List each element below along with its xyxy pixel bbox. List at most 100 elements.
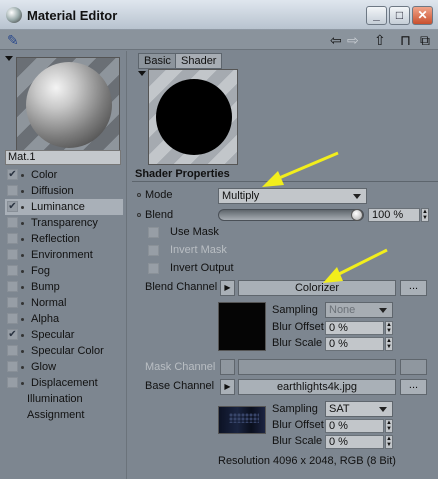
base-blur-offset-field[interactable]: 0 % [325, 419, 384, 433]
use-mask-checkbox[interactable] [148, 227, 159, 238]
material-name-field[interactable]: Mat.1 [5, 150, 121, 165]
chevron-down-icon [353, 194, 361, 199]
channel-item[interactable]: Environment [5, 247, 123, 263]
blend-slider[interactable] [218, 209, 364, 221]
mask-channel-more-button[interactable] [400, 359, 427, 375]
channel-checkbox[interactable]: ✔ [7, 329, 18, 340]
channel-checkbox[interactable] [7, 345, 18, 356]
channel-checkbox[interactable] [7, 281, 18, 292]
channel-checkbox[interactable] [7, 265, 18, 276]
channel-checkbox[interactable] [7, 361, 18, 372]
channel-checkbox[interactable] [7, 313, 18, 324]
new-window-icon[interactable]: ⧉ [420, 32, 430, 48]
base-channel-menu-button[interactable]: ▶ [220, 379, 235, 395]
base-blur-offset-stepper[interactable]: ▲ ▼ [385, 419, 393, 433]
blend-slider-handle[interactable] [351, 209, 363, 221]
channel-bullet-icon [21, 238, 24, 241]
up-arrow-icon[interactable]: ⇧ [374, 32, 386, 48]
base-sampling-dropdown[interactable]: SAT [325, 401, 393, 417]
base-blur-scale-field[interactable]: 0 % [325, 435, 384, 449]
channel-item[interactable]: Displacement [5, 375, 123, 391]
channel-label: Environment [31, 249, 93, 261]
channel-checkbox[interactable] [7, 297, 18, 308]
channel-checkbox[interactable] [7, 233, 18, 244]
base-blur-scale-stepper[interactable]: ▲ ▼ [385, 435, 393, 449]
blur-offset-stepper[interactable]: ▲ ▼ [385, 321, 393, 335]
channel-item[interactable]: Glow [5, 359, 123, 375]
tab-shader[interactable]: Shader [175, 53, 223, 69]
channel-item[interactable]: ✔ Luminance [5, 199, 123, 215]
mask-channel-shader-button[interactable] [238, 359, 396, 375]
back-arrow-icon[interactable]: ⇦ [330, 32, 342, 48]
channel-item[interactable]: Bump [5, 279, 123, 295]
channel-checkbox[interactable]: ✔ [7, 169, 18, 180]
channel-bullet-icon [21, 190, 24, 193]
channel-item[interactable]: Diffusion [5, 183, 123, 199]
blur-scale-label: Blur Scale [272, 337, 323, 349]
channel-bullet-icon [21, 174, 24, 177]
channel-checkbox[interactable] [7, 377, 18, 388]
channel-label: Illumination [27, 393, 83, 405]
close-button[interactable]: ✕ [412, 6, 433, 25]
channel-checkbox[interactable] [7, 185, 18, 196]
channel-bullet-icon [21, 350, 24, 353]
blend-label: Blend [145, 209, 174, 221]
lock-icon[interactable]: ⊓ [400, 32, 411, 48]
preview-menu-icon[interactable] [5, 56, 13, 61]
channel-item[interactable]: Reflection [5, 231, 123, 247]
base-channel-shader-button[interactable]: earthlights4k.jpg [238, 379, 396, 395]
channel-item[interactable]: Specular Color [5, 343, 123, 359]
blur-offset-label: Blur Offset [272, 321, 324, 333]
channel-item[interactable]: Normal [5, 295, 123, 311]
blend-channel-thumbnail [218, 302, 266, 351]
channel-label: Specular [31, 329, 75, 341]
toolbar: ✎ ⇦ ⇨ ⇧ ⊓ ⧉ [0, 30, 438, 50]
maximize-button[interactable]: □ [389, 6, 410, 25]
channel-label: Luminance [31, 201, 85, 213]
channel-label: Normal [31, 297, 67, 309]
channel-item[interactable]: Fog [5, 263, 123, 279]
material-sphere [26, 62, 112, 148]
channel-bullet-icon [21, 302, 24, 305]
shader-preview [148, 69, 238, 165]
channel-checkbox[interactable]: ✔ [7, 201, 18, 212]
mask-channel-label: Mask Channel [145, 361, 216, 373]
minimize-button[interactable]: _ [366, 6, 387, 25]
blend-channel-more-button[interactable]: ... [400, 280, 427, 296]
invert-mask-checkbox[interactable] [148, 245, 159, 256]
channel-label: Fog [31, 265, 50, 277]
shader-preview-menu-icon[interactable] [138, 71, 146, 76]
channel-item[interactable]: ✔ Specular [5, 327, 123, 343]
channel-label: Alpha [31, 313, 60, 325]
pin-icon[interactable]: ✎ [7, 32, 19, 48]
forward-arrow-icon[interactable]: ⇨ [347, 32, 359, 48]
channel-item[interactable]: Illumination [5, 391, 123, 407]
blend-value-field[interactable]: 100 % [368, 208, 420, 222]
channel-bullet-icon [21, 270, 24, 273]
tab-basic[interactable]: Basic [138, 53, 177, 69]
channel-item[interactable]: Alpha [5, 311, 123, 327]
channel-checkbox[interactable] [7, 249, 18, 260]
channel-item[interactable]: ✔ Color [5, 167, 123, 183]
channel-bullet-icon [21, 222, 24, 225]
channel-item[interactable]: Transparency [5, 215, 123, 231]
material-preview[interactable] [16, 57, 120, 151]
blend-sampling-dropdown[interactable]: None [325, 302, 393, 318]
channel-item[interactable]: Assignment [5, 407, 123, 423]
blur-scale-stepper[interactable]: ▲ ▼ [385, 337, 393, 351]
channel-bullet-icon [21, 366, 24, 369]
channel-bullet-icon [21, 318, 24, 321]
blend-sampling-label: Sampling [272, 304, 318, 316]
blur-scale-field[interactable]: 0 % [325, 337, 384, 351]
shader-ball [156, 79, 232, 155]
channel-label: Color [31, 169, 58, 181]
material-sidebar: Mat.1 ✔ Color Diffusion ✔ Luminance Transpare… [0, 51, 127, 479]
base-channel-more-button[interactable]: ... [400, 379, 427, 395]
blur-offset-field[interactable]: 0 % [325, 321, 384, 335]
blend-stepper[interactable]: ▲ ▼ [421, 208, 429, 222]
mask-channel-menu-button[interactable]: ▶ [220, 359, 235, 375]
blend-channel-menu-button[interactable]: ▶ [220, 280, 235, 296]
channel-checkbox[interactable] [7, 217, 18, 228]
annotation-arrow-mode [262, 151, 339, 187]
invert-output-checkbox[interactable] [148, 263, 159, 274]
